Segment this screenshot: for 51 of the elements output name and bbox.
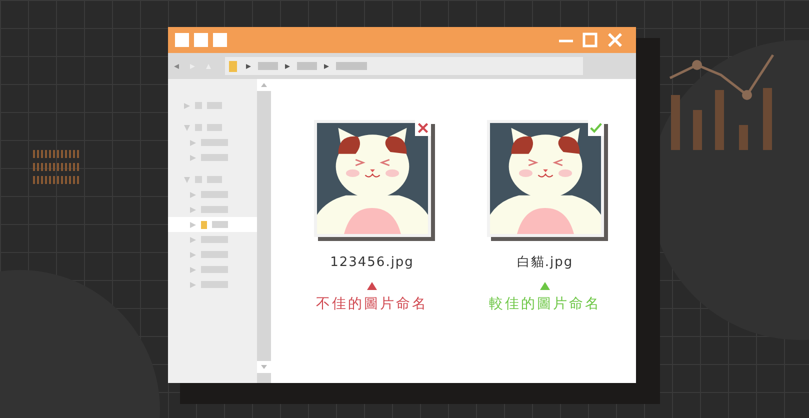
folder-icon: [195, 124, 202, 131]
collapsed-arrow-icon[interactable]: [190, 252, 196, 258]
collapsed-arrow-icon[interactable]: [184, 102, 190, 108]
folder-label-placeholder: [201, 251, 228, 258]
chevron-icon: [246, 64, 251, 68]
scroll-down-icon[interactable]: [257, 361, 271, 373]
collapsed-arrow-icon[interactable]: [190, 266, 196, 272]
collapsed-arrow-icon[interactable]: [190, 282, 196, 288]
chevron-icon: [324, 64, 329, 68]
chevron-icon: [285, 64, 290, 68]
folder-label-placeholder: [201, 154, 228, 161]
naming-caption: 較佳的圖片命名: [489, 294, 601, 314]
file-name: 123456.jpg: [330, 254, 414, 272]
tree-item[interactable]: [168, 217, 257, 232]
folder-label-placeholder: [207, 102, 222, 109]
square-icon: [213, 33, 227, 47]
folder-label-placeholder: [201, 191, 228, 198]
square-icon: [175, 33, 189, 47]
address-bar[interactable]: [225, 57, 583, 75]
folder-label-placeholder: [201, 266, 228, 273]
maximize-icon[interactable]: [582, 32, 598, 48]
scrollbar[interactable]: [257, 79, 271, 383]
folder-label-placeholder: [201, 139, 228, 146]
scroll-up-icon[interactable]: [257, 79, 271, 91]
folder-icon: [201, 220, 207, 228]
expanded-arrow-icon[interactable]: [184, 124, 190, 130]
folder-label-placeholder: [201, 236, 228, 243]
folder-label-placeholder: [207, 176, 222, 183]
file-name: 白貓.jpg: [516, 254, 574, 272]
folder-label-placeholder: [201, 206, 228, 213]
collapsed-arrow-icon[interactable]: [190, 206, 196, 212]
vent-lines-drawing: [33, 150, 81, 184]
collapsed-arrow-icon[interactable]: [190, 192, 196, 198]
folder-label-placeholder: [207, 124, 222, 131]
path-segment-placeholder: [258, 62, 278, 70]
close-icon[interactable]: [607, 32, 623, 48]
folder-icon: [195, 102, 202, 109]
folder-icon: [195, 176, 202, 183]
collapsed-arrow-icon[interactable]: [190, 236, 196, 242]
expanded-arrow-icon[interactable]: [184, 176, 190, 182]
back-arrow-icon[interactable]: [174, 64, 179, 68]
collapsed-arrow-icon[interactable]: [190, 154, 196, 160]
folder-label-placeholder: [212, 221, 228, 228]
folder-icon: [229, 60, 237, 72]
path-segment-placeholder: [336, 62, 367, 70]
path-segment-placeholder: [297, 62, 317, 70]
folder-label-placeholder: [201, 281, 228, 288]
collapsed-arrow-icon[interactable]: [190, 222, 196, 228]
naming-caption: 不佳的圖片命名: [316, 294, 428, 314]
square-icon: [194, 33, 208, 47]
collapsed-arrow-icon[interactable]: [190, 140, 196, 146]
